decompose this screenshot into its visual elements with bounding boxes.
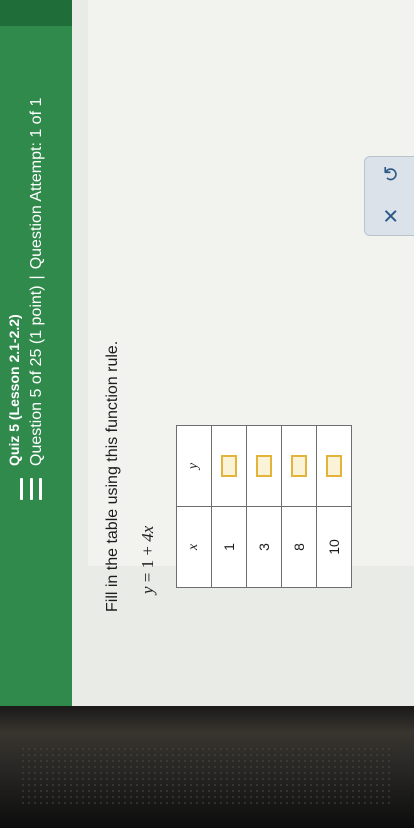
table-header-y: y: [176, 425, 212, 507]
equation-plus: +: [138, 546, 157, 556]
table-row: 3: [246, 425, 282, 588]
screen: Quiz 5 (Lesson 2.1-2.2) Question 5 of 25…: [0, 0, 414, 828]
table-cell-y: [211, 425, 247, 507]
undo-icon[interactable]: ↺: [377, 159, 407, 189]
answer-input-y[interactable]: [290, 455, 307, 477]
quiz-title: Quiz 5 (Lesson 2.1-2.2): [6, 314, 22, 466]
equation-term: 4x: [138, 525, 157, 542]
table-cell-x: 8: [281, 506, 317, 588]
menu-icon[interactable]: [20, 478, 42, 500]
header-edge: [0, 0, 72, 26]
table-cell-x: 3: [246, 506, 282, 588]
close-icon[interactable]: ✕: [377, 201, 407, 231]
function-table: x y 1 3 8 10: [176, 425, 352, 588]
table-cell-y: [281, 425, 317, 507]
table-row: 10: [316, 425, 352, 588]
equation-lhs: y: [138, 586, 157, 594]
quiz-page: Quiz 5 (Lesson 2.1-2.2) Question 5 of 25…: [0, 0, 414, 706]
equation-constant: 1: [138, 559, 157, 569]
table-header-x: x: [176, 506, 212, 588]
answer-input-y[interactable]: [325, 455, 342, 477]
question-prompt: Fill in the table using this function ru…: [104, 340, 121, 612]
bezel-texture: [20, 746, 394, 806]
question-number: Question 5 of 25 (1 point): [28, 285, 45, 466]
table-header-row: x y: [176, 425, 212, 588]
table-row: 1: [211, 425, 247, 588]
function-rule: y = 1 + 4x: [138, 526, 158, 594]
answer-input-y[interactable]: [220, 455, 237, 477]
table-row: 8: [281, 425, 317, 588]
answer-toolbar: ✕ ↺: [364, 156, 414, 236]
quiz-header: Quiz 5 (Lesson 2.1-2.2) Question 5 of 25…: [0, 0, 72, 706]
question-info: Question 5 of 25 (1 point) | Question Atte…: [28, 98, 46, 466]
header-separator: |: [28, 275, 45, 280]
table-cell-y: [316, 425, 352, 507]
table-cell-x: 1: [211, 506, 247, 588]
equation-equals: =: [138, 572, 157, 583]
table-cell-x: 10: [316, 506, 352, 588]
attempt-counter: Question Attempt: 1 of 1: [28, 97, 45, 270]
table-cell-y: [246, 425, 282, 507]
monitor-bezel: [0, 706, 414, 828]
answer-input-y[interactable]: [255, 455, 272, 477]
